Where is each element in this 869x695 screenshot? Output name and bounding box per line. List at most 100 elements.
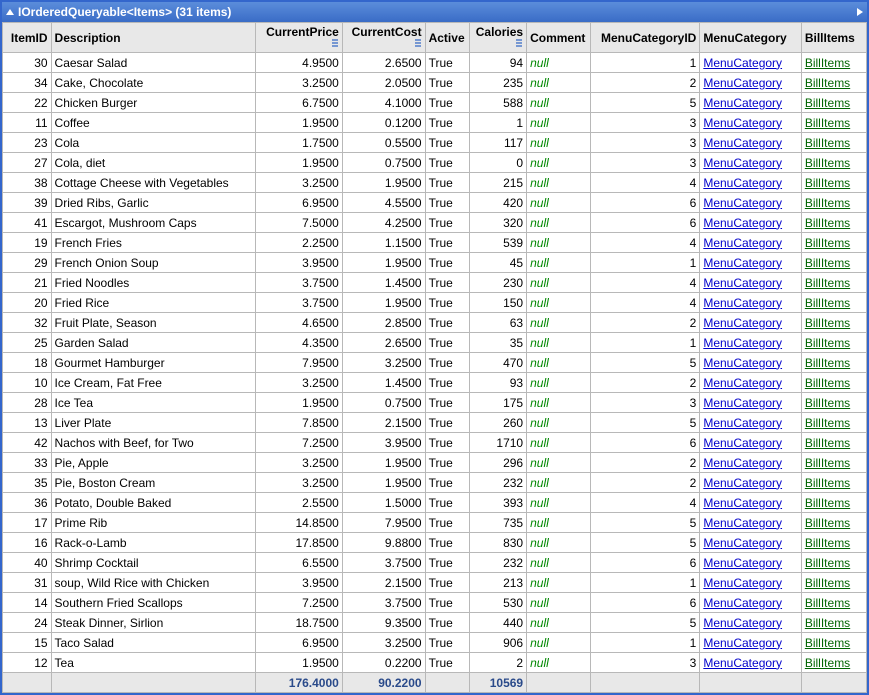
table-row[interactable]: 17Prime Rib14.85007.9500True735null5Menu… [3, 513, 867, 533]
menucategory-link[interactable]: MenuCategory [703, 316, 782, 330]
col-active[interactable]: Active [425, 23, 469, 53]
billitems-link[interactable]: BillItems [805, 576, 850, 590]
table-row[interactable]: 36Potato, Double Baked2.55001.5000True39… [3, 493, 867, 513]
table-row[interactable]: 28Ice Tea1.95000.7500True175null3MenuCat… [3, 393, 867, 413]
menucategory-link[interactable]: MenuCategory [703, 556, 782, 570]
menucategory-link[interactable]: MenuCategory [703, 216, 782, 230]
table-row[interactable]: 15Taco Salad6.95003.2500True906null1Menu… [3, 633, 867, 653]
table-row[interactable]: 25Garden Salad4.35002.6500True35null1Men… [3, 333, 867, 353]
table-row[interactable]: 39Dried Ribs, Garlic6.95004.5500True420n… [3, 193, 867, 213]
menucategory-link[interactable]: MenuCategory [703, 176, 782, 190]
table-row[interactable]: 21Fried Noodles3.75001.4500True230null4M… [3, 273, 867, 293]
table-row[interactable]: 34Cake, Chocolate3.25002.0500True235null… [3, 73, 867, 93]
table-row[interactable]: 23Cola1.75000.5500True117null3MenuCatego… [3, 133, 867, 153]
billitems-link[interactable]: BillItems [805, 136, 850, 150]
billitems-link[interactable]: BillItems [805, 236, 850, 250]
collapse-icon[interactable] [6, 9, 14, 15]
billitems-link[interactable]: BillItems [805, 96, 850, 110]
menucategory-link[interactable]: MenuCategory [703, 396, 782, 410]
billitems-link[interactable]: BillItems [805, 396, 850, 410]
table-row[interactable]: 29French Onion Soup3.95001.9500True45nul… [3, 253, 867, 273]
billitems-link[interactable]: BillItems [805, 376, 850, 390]
billitems-link[interactable]: BillItems [805, 216, 850, 230]
table-row[interactable]: 35Pie, Boston Cream3.25001.9500True232nu… [3, 473, 867, 493]
table-row[interactable]: 38Cottage Cheese with Vegetables3.25001.… [3, 173, 867, 193]
billitems-link[interactable]: BillItems [805, 196, 850, 210]
sort-icon[interactable] [331, 39, 339, 50]
menucategory-link[interactable]: MenuCategory [703, 456, 782, 470]
billitems-link[interactable]: BillItems [805, 336, 850, 350]
billitems-link[interactable]: BillItems [805, 316, 850, 330]
table-row[interactable]: 27Cola, diet1.95000.7500True0null3MenuCa… [3, 153, 867, 173]
col-menucategoryid[interactable]: MenuCategoryID [591, 23, 700, 53]
col-description[interactable]: Description [51, 23, 255, 53]
billitems-link[interactable]: BillItems [805, 276, 850, 290]
billitems-link[interactable]: BillItems [805, 496, 850, 510]
menucategory-link[interactable]: MenuCategory [703, 296, 782, 310]
menucategory-link[interactable]: MenuCategory [703, 276, 782, 290]
billitems-link[interactable]: BillItems [805, 596, 850, 610]
table-row[interactable]: 41Escargot, Mushroom Caps7.50004.2500Tru… [3, 213, 867, 233]
sort-icon[interactable] [515, 39, 523, 50]
billitems-link[interactable]: BillItems [805, 116, 850, 130]
table-row[interactable]: 10Ice Cream, Fat Free3.25001.4500True93n… [3, 373, 867, 393]
billitems-link[interactable]: BillItems [805, 636, 850, 650]
menucategory-link[interactable]: MenuCategory [703, 136, 782, 150]
billitems-link[interactable]: BillItems [805, 76, 850, 90]
table-row[interactable]: 32Fruit Plate, Season4.65002.8500True63n… [3, 313, 867, 333]
col-currentcost[interactable]: CurrentCost [342, 23, 425, 53]
table-row[interactable]: 42Nachos with Beef, for Two7.25003.9500T… [3, 433, 867, 453]
next-icon[interactable] [857, 8, 863, 16]
billitems-link[interactable]: BillItems [805, 56, 850, 70]
billitems-link[interactable]: BillItems [805, 556, 850, 570]
menucategory-link[interactable]: MenuCategory [703, 256, 782, 270]
billitems-link[interactable]: BillItems [805, 436, 850, 450]
menucategory-link[interactable]: MenuCategory [703, 376, 782, 390]
menucategory-link[interactable]: MenuCategory [703, 96, 782, 110]
billitems-link[interactable]: BillItems [805, 296, 850, 310]
menucategory-link[interactable]: MenuCategory [703, 476, 782, 490]
table-row[interactable]: 14Southern Fried Scallops7.25003.7500Tru… [3, 593, 867, 613]
table-row[interactable]: 20Fried Rice3.75001.9500True150null4Menu… [3, 293, 867, 313]
menucategory-link[interactable]: MenuCategory [703, 576, 782, 590]
menucategory-link[interactable]: MenuCategory [703, 596, 782, 610]
table-row[interactable]: 19French Fries2.25001.1500True539null4Me… [3, 233, 867, 253]
table-row[interactable]: 18Gourmet Hamburger7.95003.2500True470nu… [3, 353, 867, 373]
menucategory-link[interactable]: MenuCategory [703, 516, 782, 530]
col-billitems[interactable]: BillItems [801, 23, 866, 53]
col-calories[interactable]: Calories [469, 23, 526, 53]
results-header[interactable]: IOrderedQueryable<Items> (31 items) [2, 2, 867, 22]
billitems-link[interactable]: BillItems [805, 176, 850, 190]
menucategory-link[interactable]: MenuCategory [703, 116, 782, 130]
menucategory-link[interactable]: MenuCategory [703, 496, 782, 510]
menucategory-link[interactable]: MenuCategory [703, 436, 782, 450]
billitems-link[interactable]: BillItems [805, 536, 850, 550]
table-row[interactable]: 13Liver Plate7.85002.1500True260null5Men… [3, 413, 867, 433]
menucategory-link[interactable]: MenuCategory [703, 656, 782, 670]
table-row[interactable]: 12Tea1.95000.2200True2null3MenuCategoryB… [3, 653, 867, 673]
billitems-link[interactable]: BillItems [805, 476, 850, 490]
table-row[interactable]: 31soup, Wild Rice with Chicken3.95002.15… [3, 573, 867, 593]
table-row[interactable]: 24Steak Dinner, Sirlion18.75009.3500True… [3, 613, 867, 633]
col-itemid[interactable]: ItemID [3, 23, 52, 53]
col-currentprice[interactable]: CurrentPrice [255, 23, 342, 53]
col-comment[interactable]: Comment [527, 23, 591, 53]
billitems-link[interactable]: BillItems [805, 156, 850, 170]
menucategory-link[interactable]: MenuCategory [703, 156, 782, 170]
sort-icon[interactable] [414, 39, 422, 50]
billitems-link[interactable]: BillItems [805, 616, 850, 630]
menucategory-link[interactable]: MenuCategory [703, 636, 782, 650]
billitems-link[interactable]: BillItems [805, 656, 850, 670]
menucategory-link[interactable]: MenuCategory [703, 616, 782, 630]
menucategory-link[interactable]: MenuCategory [703, 196, 782, 210]
table-row[interactable]: 16Rack-o-Lamb17.85009.8800True830null5Me… [3, 533, 867, 553]
table-row[interactable]: 22Chicken Burger6.75004.1000True588null5… [3, 93, 867, 113]
menucategory-link[interactable]: MenuCategory [703, 236, 782, 250]
table-row[interactable]: 30Caesar Salad4.95002.6500True94null1Men… [3, 53, 867, 73]
col-menucategory[interactable]: MenuCategory [700, 23, 802, 53]
billitems-link[interactable]: BillItems [805, 516, 850, 530]
billitems-link[interactable]: BillItems [805, 256, 850, 270]
billitems-link[interactable]: BillItems [805, 416, 850, 430]
menucategory-link[interactable]: MenuCategory [703, 76, 782, 90]
table-row[interactable]: 11Coffee1.95000.1200True1null3MenuCatego… [3, 113, 867, 133]
